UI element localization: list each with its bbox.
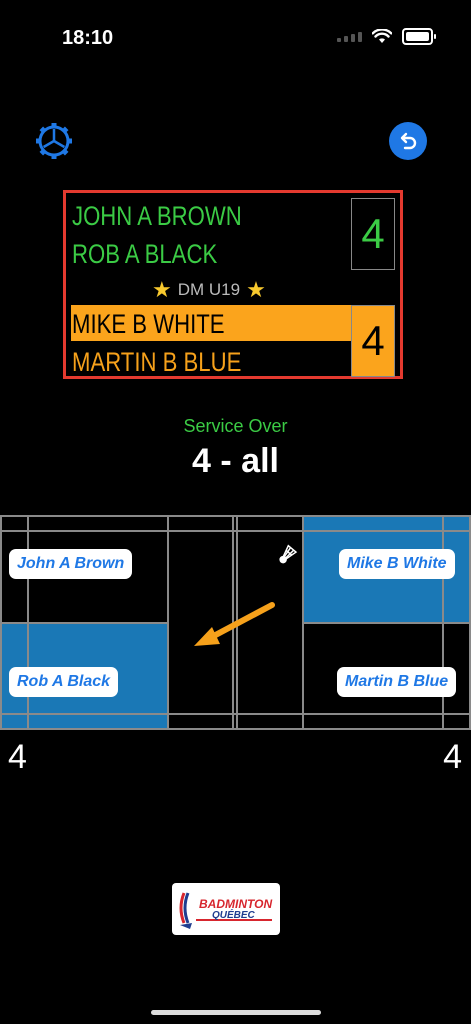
logo-text-line2: QUÉBEC	[212, 908, 256, 921]
court-lines	[0, 515, 471, 730]
scoreboard: JOHN A BROWN ROB A BLACK 4 ★ DM U19 ★ MI…	[63, 190, 403, 379]
status-icons	[337, 28, 436, 45]
team1-score[interactable]: 4	[351, 198, 395, 270]
left-side-score: 4	[8, 738, 27, 776]
badminton-quebec-logo: BADMINTON QUÉBEC	[172, 883, 280, 935]
team2-player2-name: MARTIN B BLUE	[72, 347, 242, 377]
logo-text-line1: BADMINTON	[199, 897, 272, 911]
undo-icon	[400, 132, 417, 150]
home-indicator[interactable]	[151, 1010, 321, 1015]
undo-button[interactable]	[389, 122, 427, 160]
battery-icon	[402, 28, 436, 45]
wifi-icon	[372, 29, 392, 43]
gear-icon[interactable]	[34, 121, 74, 161]
team1-player1-name: JOHN A BROWN	[72, 201, 242, 231]
match-category: ★ DM U19 ★	[152, 277, 266, 303]
court-player-right-bottom[interactable]: Martin B Blue	[337, 667, 457, 697]
team1-player2-name: ROB A BLACK	[72, 239, 218, 269]
cellular-signal-icon	[337, 31, 362, 42]
shuttlecock-icon	[279, 544, 298, 564]
team2-score[interactable]: 4	[351, 305, 395, 377]
star-icon: ★	[152, 277, 172, 302]
status-time: 18:10	[62, 27, 114, 49]
team2-player1-name: MIKE B WHITE	[72, 309, 225, 339]
badminton-court[interactable]: John A Brown Rob A Black Mike B White Ma…	[0, 515, 471, 730]
service-status: Service Over	[183, 416, 288, 436]
serve-arrow	[205, 602, 275, 642]
court-player-right-top[interactable]: Mike B White	[339, 549, 455, 579]
court-player-left-top[interactable]: John A Brown	[9, 549, 133, 579]
logo-graphic: BADMINTON QUÉBEC	[179, 892, 272, 929]
star-icon: ★	[246, 277, 266, 302]
score-call: 4 - all	[192, 442, 279, 480]
right-side-score: 4	[443, 738, 462, 776]
category-label: DM U19	[177, 280, 241, 299]
court-player-left-bottom[interactable]: Rob A Black	[9, 667, 119, 697]
